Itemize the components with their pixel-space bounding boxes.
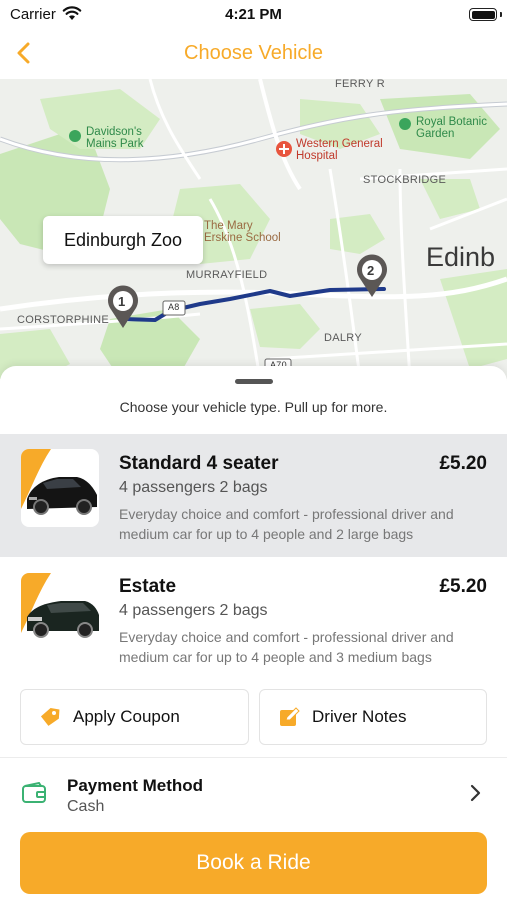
chevron-right-icon xyxy=(469,784,481,807)
book-ride-button[interactable]: Book a Ride xyxy=(20,832,487,894)
page-title: Choose Vehicle xyxy=(184,42,323,64)
vehicle-description: Everyday choice and comfort - profession… xyxy=(119,506,454,542)
map-poi-western-general-hospital: Western General Hospital xyxy=(296,138,383,162)
navigation-bar: Choose Vehicle xyxy=(0,30,507,78)
map-label-ferry-road: FERRY R xyxy=(335,79,385,90)
sheet-hint-text: Choose your vehicle type. Pull up for mo… xyxy=(119,399,388,415)
tag-icon xyxy=(37,704,63,730)
map-label-murrayfield: MURRAYFIELD xyxy=(186,269,268,281)
location-callout[interactable]: Edinburgh Zoo xyxy=(43,216,203,264)
vehicle-name: Standard 4 seater xyxy=(119,453,279,474)
map-poi-davidsons-mains-park: Davidson's Mains Park xyxy=(86,126,144,150)
dropoff-pin-number: 2 xyxy=(367,263,375,278)
vehicle-price: £5.20 xyxy=(439,576,487,597)
map-poi-mary-erskine-school: The Mary Erskine School xyxy=(204,220,281,244)
payment-method-row[interactable]: Payment Method Cash xyxy=(0,758,507,824)
map-label-city: Edinb xyxy=(426,242,496,272)
map-label-stockbridge: STOCKBRIDGE xyxy=(363,174,447,186)
vehicle-option-estate[interactable]: Estate £5.20 4 passengers 2 bags Everyda… xyxy=(0,557,507,677)
vehicle-capacity: 4 passengers 2 bags xyxy=(119,479,268,496)
route-map[interactable]: FERRY R Davidson's Mains Park Western Ge… xyxy=(0,79,507,379)
battery-icon xyxy=(469,8,497,21)
driver-notes-label: Driver Notes xyxy=(312,707,407,726)
vehicle-image-estate xyxy=(21,573,99,651)
battery-cap xyxy=(500,12,502,17)
clock: 4:21 PM xyxy=(225,6,282,23)
vehicle-name: Estate xyxy=(119,576,177,597)
vehicle-option-standard[interactable]: Standard 4 seater £5.20 4 passengers 2 b… xyxy=(0,434,507,557)
status-bar: Carrier 4:21 PM xyxy=(0,0,507,30)
sheet-drag-handle[interactable] xyxy=(235,379,273,384)
vehicle-description: Everyday choice and comfort - profession… xyxy=(119,629,454,665)
vehicle-list: Standard 4 seater £5.20 4 passengers 2 b… xyxy=(0,434,507,677)
apply-coupon-label: Apply Coupon xyxy=(73,707,180,726)
vehicle-image-standard xyxy=(21,449,99,527)
apply-coupon-button[interactable]: Apply Coupon xyxy=(20,689,249,745)
vehicle-price: £5.20 xyxy=(439,453,487,474)
pickup-pin-number: 1 xyxy=(118,294,126,309)
map-label-corstorphine: CORSTORPHINE xyxy=(17,314,110,326)
vehicle-bottom-sheet: Choose your vehicle type. Pull up for mo… xyxy=(0,366,507,900)
driver-notes-button[interactable]: Driver Notes xyxy=(259,689,487,745)
payment-method-title: Payment Method xyxy=(67,776,204,795)
vehicle-capacity: 4 passengers 2 bags xyxy=(119,602,268,619)
payment-method-value: Cash xyxy=(67,798,105,815)
edit-note-icon xyxy=(276,704,302,730)
road-shield-a8: A8 xyxy=(168,302,180,312)
map-label-dalry: DALRY xyxy=(324,332,362,344)
map-poi-royal-botanic-garden: Royal Botanic Garden xyxy=(416,116,487,140)
wallet-icon xyxy=(21,781,47,809)
